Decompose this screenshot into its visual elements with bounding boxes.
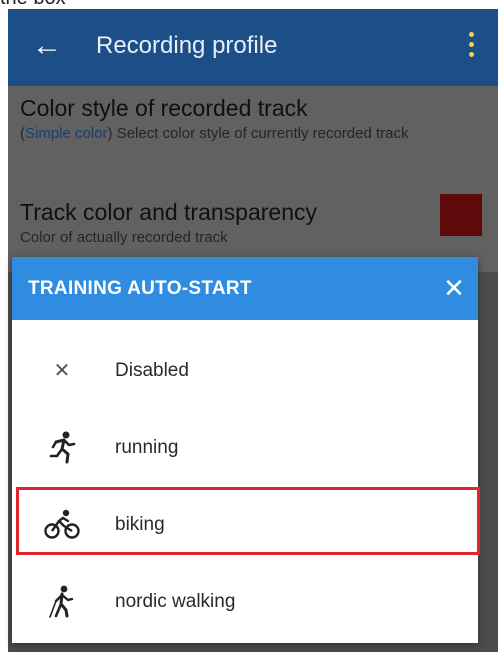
highlight-frame: [16, 487, 480, 555]
dialog-header: TRAINING AUTO-START ✕: [12, 257, 478, 320]
option-label: Disabled: [115, 360, 189, 381]
training-auto-start-dialog: TRAINING AUTO-START ✕ ✕ Disabled running: [12, 257, 478, 643]
arrow-left-icon[interactable]: ←: [32, 29, 62, 63]
dialog-title: TRAINING AUTO-START: [28, 278, 252, 299]
app-bar: ← Recording profile: [8, 9, 498, 86]
option-label: nordic walking: [115, 591, 236, 612]
option-running[interactable]: running: [12, 410, 478, 486]
option-disabled[interactable]: ✕ Disabled: [12, 333, 478, 409]
close-icon: ✕: [53, 360, 71, 382]
close-icon[interactable]: ✕: [440, 273, 468, 303]
app-bar-title: Recording profile: [96, 32, 278, 59]
option-label: running: [115, 437, 179, 458]
option-nordic-walking[interactable]: nordic walking: [12, 564, 478, 640]
nordic-walking-icon: [44, 584, 80, 620]
more-vert-icon[interactable]: [465, 29, 477, 65]
running-icon: [44, 430, 80, 466]
